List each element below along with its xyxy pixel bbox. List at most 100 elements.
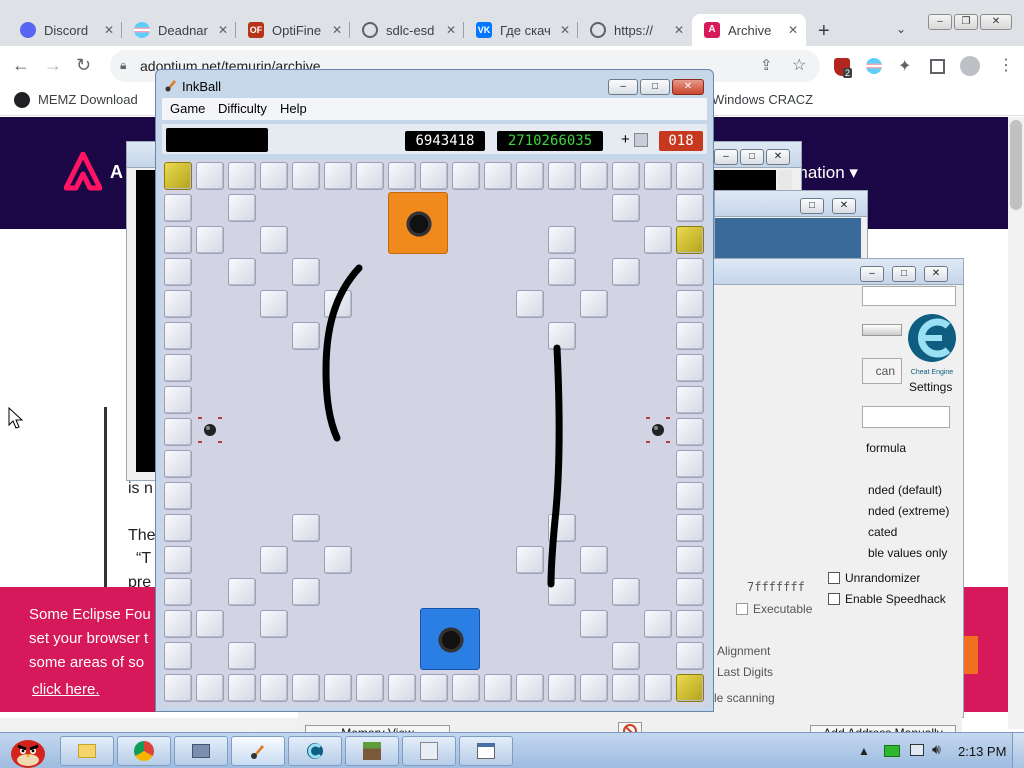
taskbar-app-window[interactable] <box>459 736 513 766</box>
speedhack-checkbox[interactable]: Enable Speedhack <box>828 592 946 606</box>
adoptium-logo[interactable] <box>64 152 102 192</box>
taskbar-app-java[interactable] <box>402 736 456 766</box>
game-board[interactable] <box>162 160 707 706</box>
option-label[interactable]: nded (extreme) <box>868 504 949 518</box>
taskbar-app-explorer[interactable] <box>60 736 114 766</box>
horizontal-scrollbar[interactable] <box>0 718 300 732</box>
close-window-button[interactable]: ✕ <box>980 14 1012 30</box>
process-field[interactable] <box>862 286 956 306</box>
tab-sdlc[interactable]: sdlc-esd ✕ <box>350 14 464 46</box>
forward-icon[interactable]: → <box>44 55 62 76</box>
taskbar-app-minecraft[interactable] <box>345 736 399 766</box>
new-tab-button[interactable]: + <box>818 20 830 43</box>
option-label[interactable]: ble values only <box>868 546 947 560</box>
option-label[interactable]: cated <box>868 525 897 539</box>
banner-link[interactable]: click here. <box>32 678 100 702</box>
bookmark-memz[interactable]: MEMZ Download <box>38 92 138 107</box>
close-icon[interactable]: ✕ <box>788 23 798 37</box>
taskbar-app-cheat-engine[interactable] <box>288 736 342 766</box>
maximize-button[interactable]: □ <box>740 149 764 165</box>
close-icon[interactable]: ✕ <box>218 23 228 37</box>
maximize-button[interactable]: □ <box>640 79 670 95</box>
menu-help[interactable]: Help <box>280 101 307 116</box>
taskbar-app-chrome[interactable] <box>117 736 171 766</box>
minimize-button[interactable]: – <box>714 149 738 165</box>
close-icon[interactable]: ✕ <box>674 23 684 37</box>
share-icon[interactable]: ⇪ <box>760 56 773 74</box>
checkbox-icon[interactable] <box>828 593 840 605</box>
tab-archive[interactable]: A Archive ✕ <box>692 14 806 46</box>
last-digits-label[interactable]: Last Digits <box>717 665 773 679</box>
scanning-label[interactable]: le scanning <box>714 691 775 705</box>
maximize-button[interactable]: □ <box>892 266 916 282</box>
checkbox-icon[interactable] <box>736 603 748 615</box>
battery-icon[interactable] <box>884 745 900 757</box>
value-input[interactable] <box>862 406 950 428</box>
settings-label[interactable]: Settings <box>909 380 952 394</box>
scan-button[interactable]: can <box>862 358 902 384</box>
close-button[interactable]: ✕ <box>832 198 856 214</box>
close-icon[interactable]: ✕ <box>446 23 456 37</box>
mouse-cursor-icon <box>8 407 24 429</box>
inkball-app-icon <box>165 80 176 92</box>
menu-difficulty[interactable]: Difficulty <box>218 101 267 116</box>
executable-checkbox[interactable]: Executable <box>736 602 812 616</box>
start-button-angry-bird-icon[interactable] <box>6 732 50 768</box>
close-icon[interactable]: ✕ <box>560 23 570 37</box>
network-icon[interactable] <box>910 744 924 756</box>
option-label[interactable]: nded (default) <box>868 483 942 497</box>
close-button[interactable]: ✕ <box>924 266 948 282</box>
back-icon[interactable]: ← <box>12 55 30 76</box>
close-button[interactable]: ✕ <box>766 149 790 165</box>
tab-vk[interactable]: VK Где скач ✕ <box>464 14 578 46</box>
trans-flag-icon <box>134 22 150 38</box>
lock-icon[interactable]: 🔒︎ <box>120 58 126 73</box>
extensions-puzzle-icon[interactable]: ✦ <box>898 56 911 76</box>
cheat-engine-icon <box>307 743 323 759</box>
show-desktop-button[interactable] <box>1012 733 1024 768</box>
clock[interactable]: 2:13 PM <box>958 744 1006 759</box>
tab-deadname[interactable]: Deadnar ✕ <box>122 14 236 46</box>
bookmark-star-icon[interactable]: ☆ <box>792 55 806 75</box>
close-icon[interactable]: ✕ <box>104 23 114 37</box>
taskbar-app-network[interactable] <box>174 736 228 766</box>
profile-avatar[interactable] <box>960 56 980 76</box>
menu-kebab-icon[interactable]: ⋮ <box>998 55 1014 75</box>
side-panel-icon[interactable] <box>930 59 945 74</box>
reload-icon[interactable]: ↻ <box>76 55 91 76</box>
checkbox-icon[interactable] <box>828 572 840 584</box>
ink-strokes <box>322 264 563 588</box>
minecraft-block-icon <box>363 742 381 760</box>
taskbar-app-inkball[interactable] <box>231 736 285 766</box>
site-brand: A <box>110 162 123 182</box>
optifine-icon: OF <box>248 22 264 38</box>
menu-game[interactable]: Game <box>170 101 205 116</box>
tab-https[interactable]: https:// ✕ <box>578 14 692 46</box>
tab-optifine[interactable]: OF OptiFine ✕ <box>236 14 350 46</box>
volume-icon[interactable]: 🔊︎ <box>932 741 941 758</box>
content-rule <box>104 407 107 587</box>
tab-discord[interactable]: Discord ✕ <box>8 14 122 46</box>
tray-expand-icon[interactable]: ▲ <box>858 744 870 758</box>
java-icon <box>420 742 438 760</box>
close-button[interactable]: ✕ <box>672 79 704 95</box>
scrollbar-thumb[interactable] <box>1010 120 1022 210</box>
minimize-button[interactable]: – <box>860 266 884 282</box>
banner-accept-button[interactable] <box>962 636 978 674</box>
maximize-button[interactable]: ❐ <box>954 14 978 30</box>
executable-label: Executable <box>753 602 813 616</box>
close-icon[interactable]: ✕ <box>332 23 342 37</box>
minimize-button[interactable]: – <box>928 14 952 30</box>
minimize-button[interactable]: – <box>608 79 638 95</box>
window-icon <box>477 743 495 759</box>
ink-line <box>547 344 563 588</box>
tab-search-chevron-icon[interactable]: ⌄ <box>896 22 906 36</box>
bookmark-windows[interactable]: Windows CRACZ <box>712 92 813 107</box>
unrandomizer-checkbox[interactable]: Unrandomizer <box>828 571 920 585</box>
trans-flag-icon[interactable] <box>866 58 882 74</box>
maximize-button[interactable]: □ <box>800 198 824 214</box>
cheat-engine-logo[interactable]: Cheat Engine <box>906 306 958 378</box>
inkball-icon <box>251 745 264 759</box>
body-text-line: is n <box>128 480 153 497</box>
alignment-label[interactable]: Alignment <box>717 644 770 658</box>
